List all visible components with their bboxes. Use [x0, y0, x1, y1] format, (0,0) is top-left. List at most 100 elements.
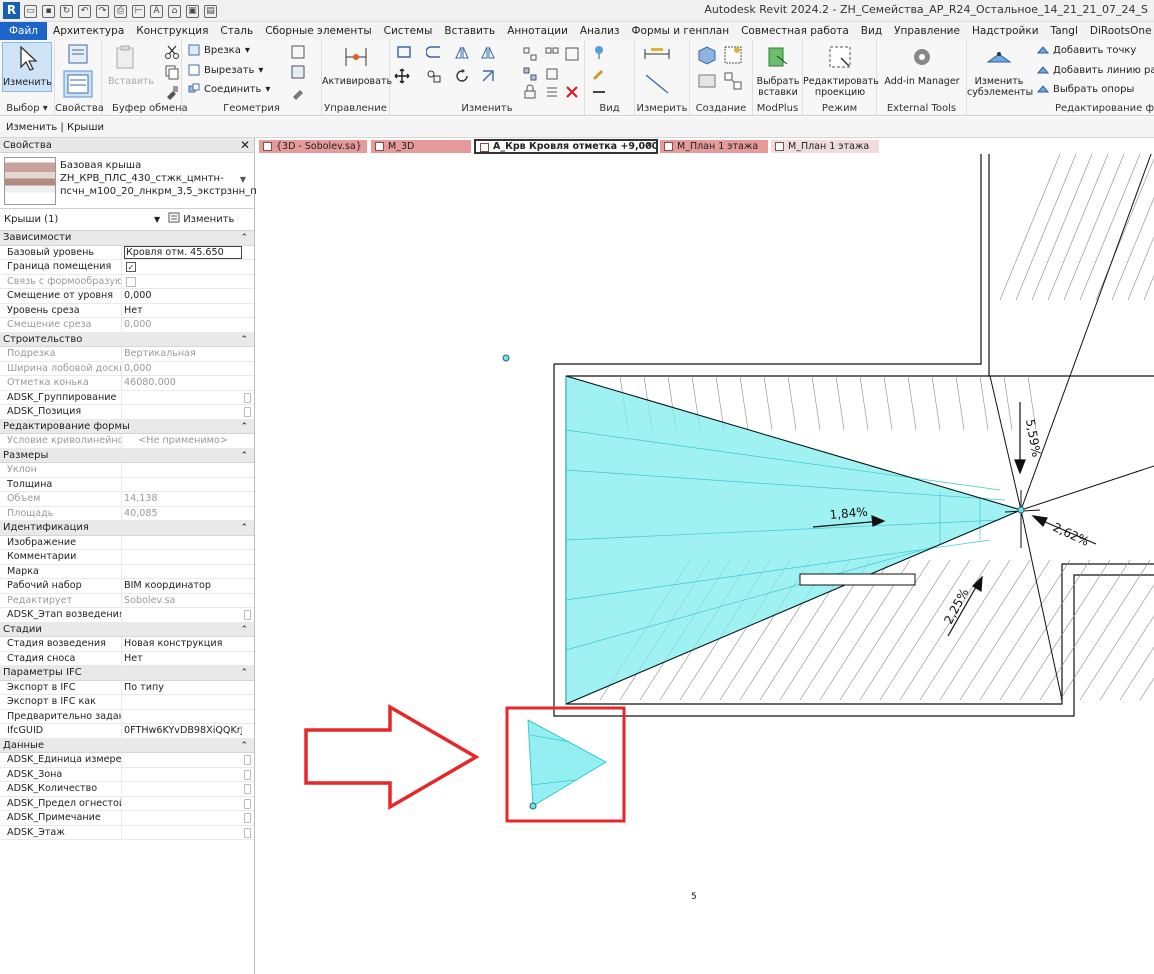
properties-palette-icon[interactable]: [63, 70, 93, 98]
property-row[interactable]: ADSK_Предел огнестой...: [0, 796, 254, 811]
property-row[interactable]: IfcGUID 0FTHw6KYvDB98XiQQKrJ...: [0, 724, 254, 739]
join-button[interactable]: Соединить ▾: [188, 83, 270, 95]
match-properties-icon[interactable]: [164, 84, 180, 100]
ribbon-tab-3[interactable]: Сталь: [214, 22, 259, 40]
property-row[interactable]: Изображение: [0, 535, 254, 550]
property-row[interactable]: ADSK_Примечание: [0, 811, 254, 826]
redo-icon[interactable]: ↷: [96, 4, 109, 18]
list-icon[interactable]: [544, 84, 560, 100]
modify-button[interactable]: Изменить: [2, 42, 52, 92]
close-hidden-icon[interactable]: ▣: [186, 4, 199, 18]
property-row[interactable]: ADSK_Группирование: [0, 390, 254, 405]
ribbon-tab-11[interactable]: Вид: [855, 22, 888, 40]
scale-icon[interactable]: [564, 46, 580, 62]
ribbon-tab-13[interactable]: Надстройки: [966, 22, 1045, 40]
mirror-axis-icon[interactable]: [454, 44, 470, 60]
property-row[interactable]: ADSK_Позиция: [0, 405, 254, 420]
ribbon-tab-7[interactable]: Аннотации: [501, 22, 574, 40]
create-assembly-icon[interactable]: [696, 44, 718, 66]
select-group-label[interactable]: Выбор ▾: [0, 103, 54, 114]
parameter-button[interactable]: [244, 798, 251, 809]
property-row[interactable]: Уровень среза Нет: [0, 303, 254, 319]
collapse-icon[interactable]: ⌃: [240, 420, 248, 435]
add-point-button[interactable]: Добавить точку: [1037, 44, 1136, 56]
property-row[interactable]: Площадь 40,085: [0, 506, 254, 521]
paint-brush-icon[interactable]: [591, 64, 607, 80]
demolish-icon[interactable]: [290, 84, 306, 100]
close-icon[interactable]: ✕: [645, 141, 653, 152]
small-roof-triangle[interactable]: [527, 719, 608, 807]
category-header[interactable]: Стадии ⌃: [0, 622, 254, 637]
category-header[interactable]: Редактирование формы ⌃: [0, 419, 254, 435]
property-value[interactable]: Нет: [124, 304, 242, 319]
ribbon-tab-8[interactable]: Анализ: [574, 22, 626, 40]
small-triangle-vertex[interactable]: [529, 802, 537, 810]
ribbon-tab-10[interactable]: Совместная работа: [735, 22, 855, 40]
property-row[interactable]: Экспорт в IFC как: [0, 695, 254, 710]
trim-icon[interactable]: [480, 68, 496, 84]
create-similar-icon[interactable]: [722, 70, 744, 92]
category-header[interactable]: Строительство ⌃: [0, 332, 254, 348]
property-value[interactable]: Новая конструкция: [124, 637, 242, 652]
property-row[interactable]: Редактирует Sobolev.sa: [0, 593, 254, 608]
print-icon[interactable]: ⎙: [114, 4, 127, 18]
property-row[interactable]: Марка: [0, 564, 254, 579]
ribbon-tab-12[interactable]: Управление: [888, 22, 966, 40]
collapse-icon[interactable]: ⌃: [240, 333, 248, 348]
property-checkbox[interactable]: ✓: [126, 262, 136, 272]
view-tab-1[interactable]: M_3D: [371, 140, 471, 153]
category-header[interactable]: Параметры IFC ⌃: [0, 666, 254, 681]
property-value[interactable]: Нет: [124, 652, 242, 667]
collapse-icon[interactable]: ⌃: [240, 666, 248, 681]
pick-supports-button[interactable]: Выбрать опоры: [1037, 83, 1134, 95]
property-value[interactable]: 0FTHw6KYvDB98XiQQKrJ...: [124, 724, 242, 739]
copy-element-icon[interactable]: [426, 68, 442, 84]
property-row[interactable]: Отметка конька 46080,000: [0, 376, 254, 391]
type-selector[interactable]: Базовая крыша ZH_КРВ_ПЛС_430_стжк_цмнтн-п…: [0, 153, 273, 209]
ribbon-tab-1[interactable]: Архитектура: [47, 22, 130, 40]
array-icon[interactable]: [544, 46, 560, 62]
view-tab-0[interactable]: {3D - Sobolev.sa}: [259, 140, 367, 153]
offset-icon[interactable]: [426, 44, 442, 60]
measure-icon[interactable]: ⊢: [132, 4, 145, 18]
collapse-icon[interactable]: ⌃: [240, 231, 248, 246]
activate-button[interactable]: Активировать: [322, 44, 392, 87]
chevron-down-icon[interactable]: ▼: [154, 209, 160, 231]
split-face-icon[interactable]: [290, 64, 306, 80]
mirror-draw-icon[interactable]: [480, 44, 496, 60]
text-icon[interactable]: A: [150, 4, 163, 18]
pin-icon[interactable]: [522, 66, 538, 82]
align-icon[interactable]: [396, 44, 412, 60]
property-row[interactable]: Условие криволинейно... <Не применимо>: [0, 434, 254, 449]
category-header[interactable]: Идентификация ⌃: [0, 521, 254, 536]
property-row[interactable]: Смещение среза 0,000: [0, 318, 254, 333]
linework-icon[interactable]: [591, 84, 607, 100]
category-header[interactable]: Размеры ⌃: [0, 448, 254, 463]
override-graphics-icon[interactable]: [591, 44, 607, 60]
ribbon-tab-4[interactable]: Сборные элементы: [259, 22, 377, 40]
property-row[interactable]: Связь с формообразую...: [0, 274, 254, 289]
add-split-line-button[interactable]: Добавить линию разде: [1037, 64, 1154, 76]
property-value[interactable]: Кровля отм. 45.650: [124, 245, 242, 259]
select-inserts-button[interactable]: Выбрать вставки: [753, 44, 803, 98]
split-icon[interactable]: [522, 46, 538, 62]
property-row[interactable]: Уклон: [0, 463, 254, 478]
parameter-button[interactable]: [244, 827, 251, 838]
view-tab-2[interactable]: А_Крв Кровля отметка +9,000 ✕: [474, 139, 658, 154]
property-row[interactable]: ADSK_Этаж: [0, 825, 254, 840]
undo-icon[interactable]: ↶: [78, 4, 91, 18]
sync-icon[interactable]: ↻: [60, 4, 73, 18]
parameter-button[interactable]: [244, 769, 251, 780]
stray-point[interactable]: [502, 354, 510, 362]
property-row[interactable]: Подрезка Вертикальная: [0, 347, 254, 362]
cut-icon[interactable]: [164, 44, 180, 60]
parameter-button[interactable]: [244, 407, 251, 417]
paste-button[interactable]: Вставить: [108, 44, 154, 87]
view-tab-4[interactable]: М_План 1 этажа: [771, 140, 879, 153]
property-row[interactable]: ADSK_Этап возведения: [0, 608, 254, 623]
edit-projection-button[interactable]: Редактировать проекцию: [803, 44, 879, 98]
revit-logo-icon[interactable]: R: [3, 2, 20, 19]
collapse-icon[interactable]: ⌃: [240, 739, 248, 754]
ribbon-tab-0[interactable]: Файл: [0, 22, 48, 40]
parameter-button[interactable]: [244, 755, 251, 765]
